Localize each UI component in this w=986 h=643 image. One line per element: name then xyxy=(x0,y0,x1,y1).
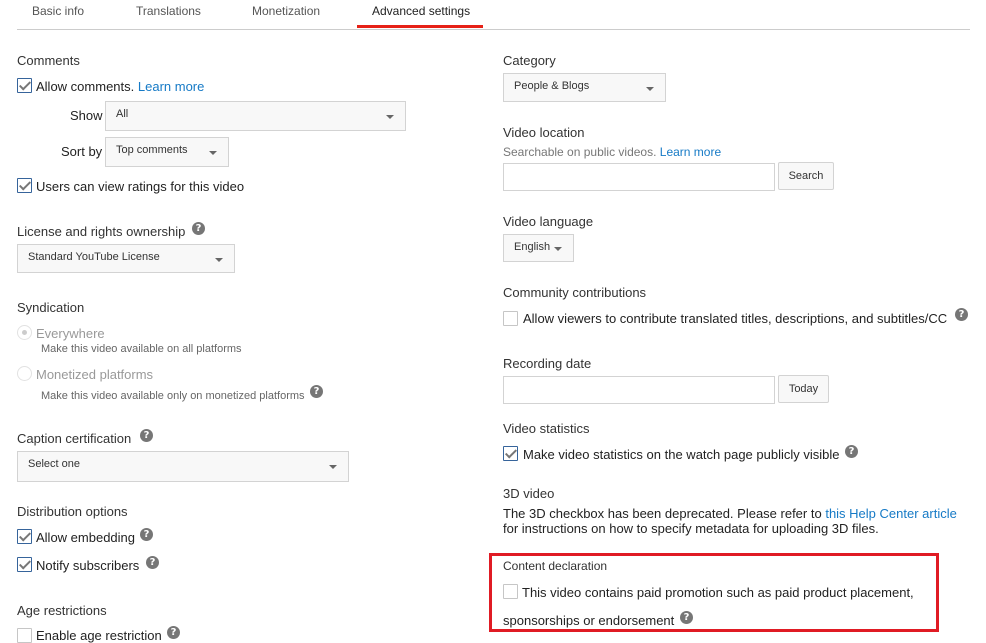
allow-comments-checkbox[interactable] xyxy=(17,78,32,93)
license-select[interactable]: Standard YouTube License xyxy=(17,244,235,273)
help-center-article-link[interactable]: this Help Center article xyxy=(825,506,957,521)
active-tab-indicator xyxy=(357,25,483,28)
help-icon[interactable]: ? xyxy=(845,445,858,458)
age-restriction-label: Enable age restriction xyxy=(36,628,162,643)
distribution-heading: Distribution options xyxy=(17,504,128,519)
tab-translations[interactable]: Translations xyxy=(136,4,201,18)
language-select-value: English xyxy=(514,241,551,253)
license-select-value: Standard YouTube License xyxy=(28,251,160,263)
help-icon[interactable]: ? xyxy=(680,611,693,624)
paid-promotion-label-line1: This video contains paid promotion such … xyxy=(522,585,914,600)
syndication-heading: Syndication xyxy=(17,300,85,315)
community-heading: Community contributions xyxy=(503,285,647,300)
content-declaration-heading: Content declaration xyxy=(503,559,608,573)
location-learn-more-link[interactable]: Learn more xyxy=(660,145,721,159)
help-icon[interactable]: ? xyxy=(167,626,180,639)
language-heading: Video language xyxy=(503,214,594,229)
today-button-label: Today xyxy=(788,383,819,395)
age-heading: Age restrictions xyxy=(17,603,107,618)
paid-promotion-checkbox[interactable] xyxy=(503,584,518,599)
help-icon[interactable]: ? xyxy=(146,556,159,569)
tab-advanced-settings[interactable]: Advanced settings xyxy=(372,4,470,18)
chevron-down-icon xyxy=(215,258,223,262)
age-restriction-checkbox[interactable] xyxy=(17,628,32,643)
location-search-button[interactable]: Search xyxy=(778,162,834,190)
video-3d-text: The 3D checkbox has been deprecated. Ple… xyxy=(503,506,822,521)
help-icon[interactable]: ? xyxy=(955,308,968,321)
chevron-down-icon xyxy=(209,151,217,155)
location-hint-text: Searchable on public videos. xyxy=(503,145,657,159)
syndication-everywhere-label: Everywhere xyxy=(36,326,105,341)
help-icon[interactable]: ? xyxy=(140,429,153,442)
comments-learn-more-link[interactable]: Learn more xyxy=(138,79,204,94)
ratings-label: Users can view ratings for this video xyxy=(36,179,245,194)
sort-by-label: Sort by xyxy=(61,144,103,159)
category-select-value: People & Blogs xyxy=(514,80,590,92)
tab-basic-info[interactable]: Basic info xyxy=(32,4,84,18)
show-label: Show xyxy=(70,108,103,123)
recording-date-input[interactable] xyxy=(503,376,775,404)
video-3d-text-line2: for instructions on how to specify metad… xyxy=(503,521,879,536)
location-input[interactable] xyxy=(503,163,775,191)
statistics-checkbox[interactable] xyxy=(503,446,518,461)
chevron-down-icon xyxy=(646,87,654,91)
tab-monetization[interactable]: Monetization xyxy=(252,4,320,18)
location-hint: Searchable on public videos. Learn more xyxy=(503,145,721,159)
caption-select-value: Select one xyxy=(28,458,80,470)
syndication-monetized-label: Monetized platforms xyxy=(36,367,154,382)
recording-heading: Recording date xyxy=(503,356,592,371)
help-icon[interactable]: ? xyxy=(310,385,323,398)
allow-embedding-label: Allow embedding xyxy=(36,530,136,545)
syndication-monetized-radio[interactable] xyxy=(17,366,32,381)
video-3d-heading: 3D video xyxy=(503,486,555,501)
comments-heading: Comments xyxy=(17,53,80,68)
category-heading: Category xyxy=(503,53,556,68)
syndication-monetized-description: Make this video available only on moneti… xyxy=(41,390,305,402)
chevron-down-icon xyxy=(554,247,562,251)
video-3d-text-line1: The 3D checkbox has been deprecated. Ple… xyxy=(503,506,957,521)
notify-subscribers-label: Notify subscribers xyxy=(36,558,140,573)
paid-promotion-label-line2: sponsorships or endorsement xyxy=(503,613,675,628)
caption-select[interactable]: Select one xyxy=(17,451,349,482)
chevron-down-icon xyxy=(386,115,394,119)
ratings-checkbox[interactable] xyxy=(17,178,32,193)
allow-comments-label: Allow comments. Learn more xyxy=(36,79,204,94)
today-button[interactable]: Today xyxy=(778,375,829,403)
license-heading: License and rights ownership xyxy=(17,224,186,239)
statistics-heading: Video statistics xyxy=(503,421,590,436)
syndication-everywhere-description: Make this video available on all platfor… xyxy=(41,343,242,355)
tab-bar: Basic info Translations Monetization Adv… xyxy=(17,0,970,30)
allow-embedding-checkbox[interactable] xyxy=(17,529,32,544)
category-select[interactable]: People & Blogs xyxy=(503,73,666,102)
community-label: Allow viewers to contribute translated t… xyxy=(523,311,948,326)
caption-heading: Caption certification xyxy=(17,431,132,446)
language-select[interactable]: English xyxy=(503,234,574,262)
show-select[interactable]: All xyxy=(105,101,406,131)
allow-comments-text: Allow comments. xyxy=(36,79,135,94)
notify-subscribers-checkbox[interactable] xyxy=(17,557,32,572)
sort-by-select-value: Top comments xyxy=(116,144,188,156)
statistics-label: Make video statistics on the watch page … xyxy=(523,447,840,462)
location-search-button-label: Search xyxy=(788,170,824,182)
syndication-everywhere-radio[interactable] xyxy=(17,325,32,340)
sort-by-select[interactable]: Top comments xyxy=(105,137,229,167)
location-heading: Video location xyxy=(503,125,585,140)
help-icon[interactable]: ? xyxy=(140,528,153,541)
help-icon[interactable]: ? xyxy=(192,222,205,235)
chevron-down-icon xyxy=(329,465,337,469)
show-select-value: All xyxy=(116,108,129,120)
community-checkbox[interactable] xyxy=(503,311,518,326)
